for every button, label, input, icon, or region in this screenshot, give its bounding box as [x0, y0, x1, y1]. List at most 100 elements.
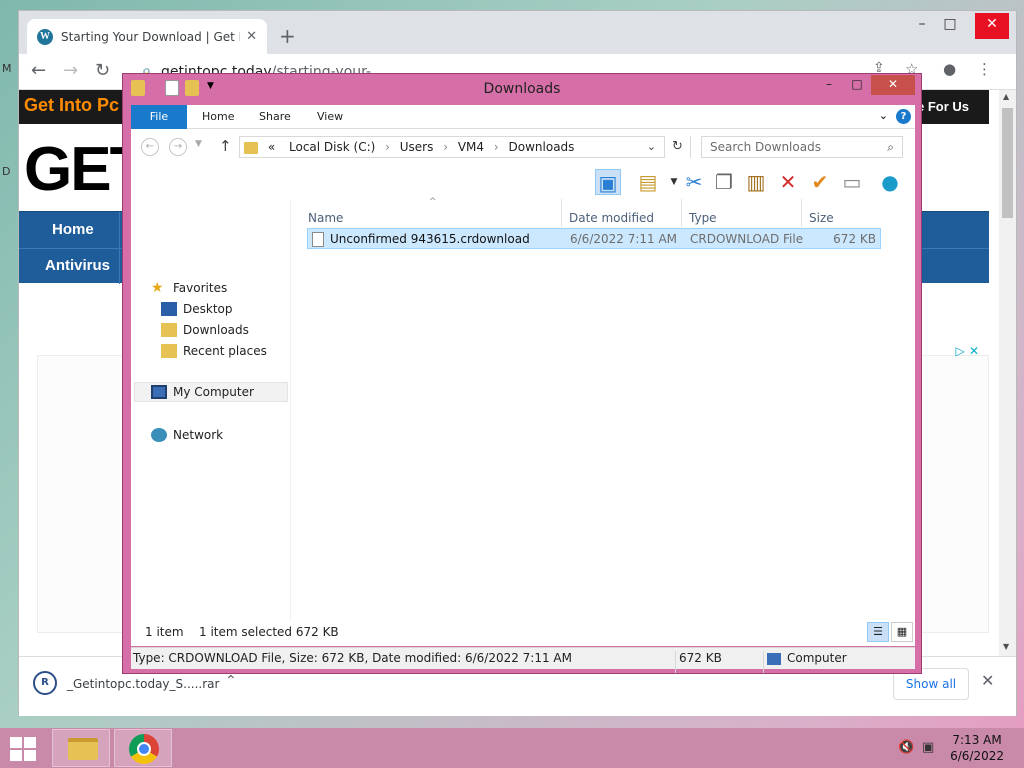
explorer-maximize-button[interactable]: □ — [843, 75, 871, 95]
explorer-title: Downloads — [483, 81, 561, 97]
file-name[interactable]: Unconfirmed 943615.crdownload — [330, 232, 530, 246]
forward-icon[interactable]: → — [63, 60, 78, 81]
volume-muted-icon[interactable]: 🔇 — [898, 740, 914, 755]
large-icons-view-icon[interactable]: ▦ — [891, 622, 913, 642]
nav-downloads[interactable]: Downloads — [161, 323, 249, 337]
explorer-titlebar[interactable]: ▼ Downloads – □ ✕ — [123, 74, 921, 102]
checkmark-icon[interactable]: ✔ — [807, 169, 833, 195]
windows-logo-icon — [10, 750, 22, 761]
breadcrumb-local-disk[interactable]: Local Disk (C:) — [289, 140, 375, 154]
column-divider[interactable] — [801, 199, 802, 227]
delete-icon[interactable]: ✕ — [775, 169, 801, 195]
breadcrumb-separator-icon[interactable]: › — [494, 140, 499, 154]
search-input[interactable]: Search Downloads ⌕ — [701, 136, 903, 158]
status-bar: 1 item 1 item selected 672 KB ☰ ▦ — [131, 620, 915, 646]
start-button[interactable] — [8, 736, 40, 762]
up-folder-icon[interactable]: ↑ — [219, 137, 232, 155]
copy-icon[interactable]: ❐ — [711, 169, 737, 195]
tab-home[interactable]: Home — [188, 105, 248, 129]
breadcrumb-separator-icon[interactable]: › — [443, 140, 448, 154]
cut-icon[interactable]: ✂ — [681, 169, 707, 195]
profile-icon[interactable]: ● — [943, 60, 956, 78]
address-dropdown-icon[interactable]: ⌄ — [647, 137, 656, 157]
globe-icon[interactable]: ● — [877, 169, 903, 195]
breadcrumb-downloads[interactable]: Downloads — [509, 140, 575, 154]
tab-file[interactable]: File — [131, 105, 187, 129]
table-row[interactable]: Unconfirmed 943615.crdownload 6/6/2022 7… — [307, 228, 881, 249]
taskbar: 🔇 ▣ 7:13 AM 6/6/2022 — [0, 728, 1024, 768]
back-icon[interactable]: ← — [31, 60, 46, 81]
download-filename[interactable]: _Getintopc.today_S.....rar — [67, 677, 219, 691]
scroll-down-icon[interactable]: ▼ — [1003, 642, 1009, 651]
breadcrumb-separator-icon[interactable]: › — [385, 140, 390, 154]
properties-icon[interactable]: ▤ — [635, 169, 661, 195]
nav-my-computer[interactable]: My Computer — [134, 382, 288, 402]
back-icon[interactable]: ← — [141, 138, 159, 156]
nav-downloads-label: Downloads — [183, 323, 249, 337]
command-bar: ▣ ▤ ▼ ✂ ❐ ▥ ✕ ✔ ▭ ● — [131, 165, 915, 199]
explorer-close-button[interactable]: ✕ — [871, 75, 915, 95]
taskbar-chrome[interactable] — [114, 729, 172, 767]
explorer-minimize-button[interactable]: – — [815, 75, 843, 95]
header-link[interactable]: e For Us — [917, 99, 969, 114]
taskbar-file-explorer[interactable] — [52, 729, 110, 767]
nav-antivirus[interactable]: Antivirus — [45, 257, 110, 274]
desktop-icon — [161, 302, 177, 316]
column-divider[interactable] — [561, 199, 562, 227]
browser-tab[interactable]: W Starting Your Download | Get Into ✕ — [27, 19, 267, 54]
windows-logo-icon — [24, 750, 36, 761]
folder-icon — [244, 141, 258, 154]
network-tray-icon[interactable]: ▣ — [922, 740, 934, 755]
rename-icon[interactable]: ▭ — [839, 169, 865, 195]
explorer-content: ★ Favorites Desktop Downloads Recent pla… — [131, 197, 915, 640]
refresh-icon[interactable]: ↻ — [664, 136, 690, 158]
nav-desktop-label: Desktop — [183, 302, 233, 316]
nav-desktop[interactable]: Desktop — [161, 302, 233, 316]
paste-icon[interactable]: ▥ — [743, 169, 769, 195]
breadcrumb-overflow[interactable]: « — [268, 140, 275, 154]
help-icon[interactable]: ? — [896, 109, 911, 124]
windows-logo-icon — [24, 737, 36, 748]
network-icon — [151, 428, 167, 442]
recent-locations-icon[interactable]: ▼ — [195, 139, 202, 149]
download-shelf-close-icon[interactable]: ✕ — [981, 671, 994, 690]
item-count: 1 item — [145, 625, 184, 639]
chevron-up-icon[interactable]: ⌃ — [225, 673, 237, 689]
tab-view[interactable]: View — [303, 105, 357, 129]
nav-favorites[interactable]: ★ Favorites — [151, 281, 227, 295]
address-bar[interactable]: « Local Disk (C:) › Users › VM4 › Downlo… — [239, 136, 691, 158]
sort-caret-icon: ^ — [429, 197, 437, 207]
file-icon — [312, 232, 324, 247]
scroll-up-icon[interactable]: ▲ — [1003, 92, 1009, 101]
breadcrumb-users[interactable]: Users — [400, 140, 434, 154]
column-divider[interactable] — [681, 199, 682, 227]
recent-places-icon — [161, 344, 177, 358]
new-tab-button[interactable]: + — [279, 24, 296, 48]
ribbon-expand-icon[interactable]: ⌄ — [879, 109, 888, 122]
browser-maximize-button[interactable]: □ — [933, 13, 967, 39]
column-name[interactable]: Name — [308, 211, 343, 225]
tab-share[interactable]: Share — [245, 105, 305, 129]
column-type[interactable]: Type — [689, 211, 717, 225]
menu-icon[interactable]: ⋮ — [977, 60, 992, 78]
details-view-icon[interactable]: ☰ — [867, 622, 889, 642]
reload-icon[interactable]: ↻ — [95, 60, 110, 81]
nav-network[interactable]: Network — [151, 428, 223, 442]
desktop-edge-glyph: M — [2, 62, 12, 75]
breadcrumb-vm4[interactable]: VM4 — [458, 140, 484, 154]
column-size[interactable]: Size — [809, 211, 834, 225]
windows-logo-icon — [10, 737, 22, 748]
site-name[interactable]: Get Into Pc — [24, 95, 119, 116]
nav-home[interactable]: Home — [52, 221, 94, 238]
forward-icon[interactable]: → — [169, 138, 187, 156]
tab-close-icon[interactable]: ✕ — [246, 29, 257, 44]
preview-pane-icon[interactable]: ▣ — [595, 169, 621, 195]
nav-recent-places[interactable]: Recent places — [161, 344, 267, 358]
scroll-thumb[interactable] — [1002, 108, 1013, 218]
ad-choices-icon[interactable]: ▷ ✕ — [956, 344, 979, 358]
column-date-modified[interactable]: Date modified — [569, 211, 654, 225]
page-scrollbar[interactable]: ▲ ▼ — [999, 90, 1016, 656]
clock[interactable]: 7:13 AM 6/6/2022 — [950, 732, 1004, 764]
browser-close-button[interactable]: ✕ — [975, 13, 1009, 39]
desktop-edge-glyph: D — [2, 165, 11, 178]
